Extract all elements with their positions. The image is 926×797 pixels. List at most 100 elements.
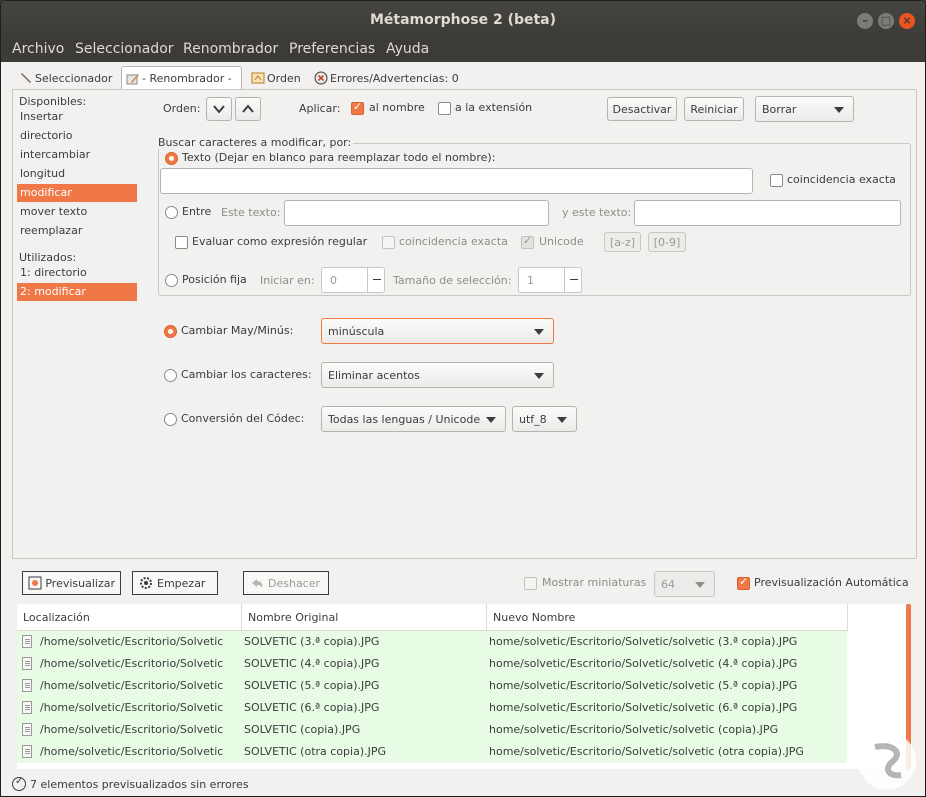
close-button[interactable]: × [899, 13, 915, 29]
unicode-label: Unicode [539, 235, 584, 248]
table-row[interactable]: /home/solvetic/Escritorio/Solvetic SOLVE… [17, 631, 847, 653]
minimize-button[interactable]: – [857, 13, 873, 29]
status-bar: 7 elementos previsualizados sin errores [12, 776, 249, 791]
regex-checkbox[interactable] [175, 236, 188, 249]
tab-bar: Seleccionador - Renombrador - Orden Erro… [1, 62, 925, 90]
cell-location: /home/solvetic/Escritorio/Solvetic [40, 701, 224, 714]
case-combo[interactable]: minúscula [321, 318, 554, 344]
status-text: 7 elementos previsualizados sin errores [30, 777, 249, 791]
tab-renombrador[interactable]: - Renombrador - [121, 66, 242, 90]
tab-label: Errores/Advertencias: 0 [330, 71, 459, 85]
apply-label: Aplicar: [299, 102, 341, 115]
menu-renombrador[interactable]: Renombrador [183, 41, 278, 57]
case-radio[interactable] [164, 325, 177, 338]
op-reemplazar[interactable]: reemplazar [17, 222, 137, 240]
menu-archivo[interactable]: Archivo [12, 41, 64, 57]
chars-radio[interactable] [164, 369, 177, 382]
cell-original: SOLVETIC (6.ª copia).JPG [244, 701, 380, 714]
op-modificar[interactable]: modificar [17, 184, 137, 202]
text-input[interactable] [160, 168, 753, 194]
menu-seleccionador[interactable]: Seleccionador [75, 41, 174, 57]
undo-icon [252, 579, 263, 588]
regex-label: Evaluar como expresión regular [192, 235, 368, 248]
auto-preview-checkbox[interactable] [737, 575, 750, 590]
pencil-icon [126, 73, 139, 84]
chars-combo[interactable]: Eliminar acentos [321, 362, 554, 388]
wrench-icon [21, 73, 31, 83]
chevron-down-icon [213, 105, 225, 114]
exact-match2-checkbox[interactable] [382, 236, 395, 249]
used-modificar[interactable]: 2: modificar [17, 283, 137, 301]
preview-button-label: Previsualizar [45, 576, 115, 590]
file-icon [22, 745, 32, 758]
op-longitud[interactable]: longitud [17, 165, 137, 183]
col-original-name[interactable]: Nombre Original [248, 611, 338, 624]
selection-size-spinner[interactable]: 1 [518, 267, 582, 293]
file-icon [22, 657, 32, 670]
op-intercambiar[interactable]: intercambiar [17, 146, 137, 164]
file-icon [22, 701, 32, 714]
cell-original: SOLVETIC (3.ª copia).JPG [244, 635, 380, 648]
codec-combo[interactable]: Todas las lenguas / Unicode [321, 406, 506, 432]
op-directorio[interactable]: directorio [17, 127, 137, 145]
tab-seleccionador[interactable]: Seleccionador [15, 66, 116, 90]
tab-orden[interactable]: Orden [247, 66, 305, 90]
exact-match-checkbox[interactable] [770, 174, 783, 187]
gear-icon [140, 577, 152, 589]
move-down-button[interactable] [206, 97, 232, 121]
error-icon [314, 71, 328, 85]
tab-label: - Renombrador - [142, 72, 232, 85]
op-insertar[interactable]: Insertar [17, 108, 137, 126]
apply-name-label: al nombre [369, 101, 425, 114]
fixed-position-radio[interactable] [165, 274, 178, 287]
apply-name-checkbox[interactable] [351, 100, 364, 115]
start-at-spinner[interactable]: 0 [321, 267, 385, 293]
and-this-text-label: y este texto: [562, 206, 632, 219]
delete-combo[interactable]: Borrar [755, 96, 854, 122]
menu-preferencias[interactable]: Preferencias [289, 41, 375, 57]
op-mover-texto[interactable]: mover texto [17, 203, 137, 221]
tab-errores[interactable]: Errores/Advertencias: 0 [310, 66, 463, 90]
reset-button[interactable]: Reiniciar [684, 97, 744, 121]
table-row[interactable]: /home/solvetic/Escritorio/Solvetic SOLVE… [17, 719, 847, 741]
digits-button[interactable]: [0-9] [648, 232, 686, 252]
table-row[interactable]: /home/solvetic/Escritorio/Solvetic SOLVE… [17, 741, 847, 763]
table-row[interactable]: /home/solvetic/Escritorio/Solvetic SOLVE… [17, 675, 847, 697]
cell-new: home/solvetic/Escritorio/Solvetic/solvet… [489, 745, 804, 758]
cell-new: home/solvetic/Escritorio/Solvetic/solvet… [489, 701, 798, 714]
thumbnails-label: Mostrar miniaturas [542, 576, 647, 589]
start-button[interactable]: Empezar [132, 571, 218, 595]
encoding-combo-value: utf_8 [519, 412, 547, 426]
between-radio[interactable] [165, 206, 178, 219]
encoding-combo[interactable]: utf_8 [512, 406, 577, 432]
thumbnails-checkbox[interactable] [524, 577, 537, 590]
preview-button[interactable]: Previsualizar [22, 571, 121, 595]
search-legend: Buscar caracteres a modificar, por: [158, 136, 354, 149]
app-window: Métamorphose 2 (beta) – □ × Archivo Sele… [0, 0, 926, 797]
and-this-text-input[interactable] [634, 200, 901, 226]
table-row[interactable]: /home/solvetic/Escritorio/Solvetic SOLVE… [17, 653, 847, 675]
move-up-button[interactable] [235, 97, 261, 121]
az-button[interactable]: [a-z] [604, 232, 641, 252]
used-directorio[interactable]: 1: directorio [17, 264, 137, 282]
between-label: Entre [182, 205, 212, 218]
file-icon [22, 723, 32, 736]
check-circle-icon [12, 776, 26, 791]
cell-original: SOLVETIC (otra copia).JPG [244, 745, 387, 758]
disable-button[interactable]: Desactivar [607, 97, 677, 121]
auto-preview-label: Previsualización Automática [754, 576, 909, 589]
unicode-checkbox[interactable] [521, 234, 534, 249]
codec-radio[interactable] [164, 413, 177, 426]
tab-label: Seleccionador [35, 71, 113, 85]
this-text-label: Este texto: [221, 206, 281, 219]
menu-ayuda[interactable]: Ayuda [386, 41, 429, 57]
text-radio[interactable] [165, 152, 178, 165]
apply-extension-checkbox[interactable] [438, 102, 451, 115]
thumbnail-size-combo[interactable]: 64 [654, 571, 715, 597]
undo-button[interactable]: Deshacer [243, 571, 329, 595]
col-new-name[interactable]: Nuevo Nombre [493, 611, 575, 624]
maximize-button[interactable]: □ [878, 13, 894, 29]
col-location[interactable]: Localización [23, 611, 90, 624]
this-text-input[interactable] [284, 200, 549, 226]
table-row[interactable]: /home/solvetic/Escritorio/Solvetic SOLVE… [17, 697, 847, 719]
